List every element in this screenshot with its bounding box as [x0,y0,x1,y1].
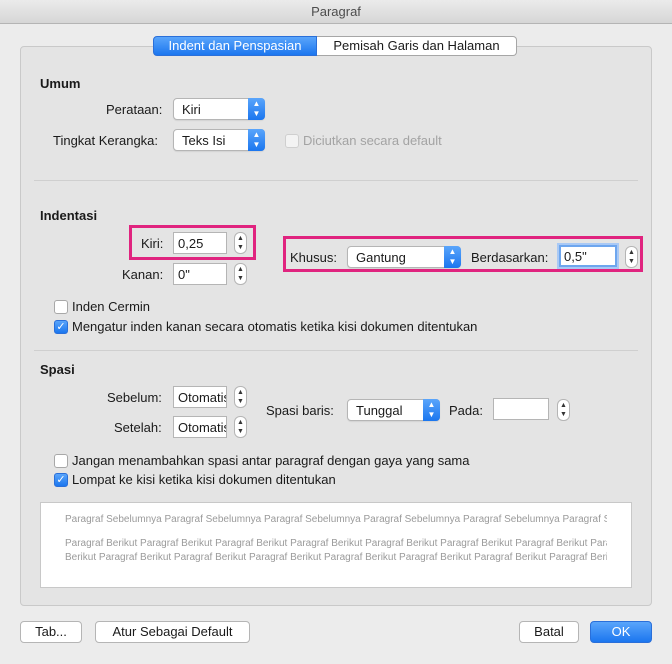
auto-indent-checkbox[interactable]: ✓ [54,320,68,334]
divider [34,350,638,351]
before-label: Sebelum: [107,390,162,405]
outline-level-value: Teks Isi [182,133,226,148]
stepper-updown-icon[interactable]: ▲ ▼ [625,246,638,268]
alignment-value: Kiri [182,102,201,117]
alignment-label: Perataan: [106,102,163,117]
mirror-indent-label: Inden Cermin [72,299,151,314]
spacing-heading: Spasi [40,362,75,377]
snap-grid-label: Lompat ke kisi ketika kisi dokumen diten… [72,472,336,487]
line-spacing-value: Tunggal [356,403,403,418]
by-label: Berdasarkan: [471,250,549,265]
special-label: Khusus: [290,250,337,265]
line-spacing-select[interactable]: Tunggal ▲ ▼ [347,399,440,421]
stepper-updown-icon[interactable]: ▲ ▼ [234,416,247,438]
preview-previous-paragraph: Paragraf Sebelumnya Paragraf Sebelumnya … [65,514,607,525]
tabs-button[interactable]: Tab... [20,621,82,643]
at-field[interactable] [493,398,549,420]
special-select[interactable]: Gantung ▲ ▼ [347,246,461,268]
tab-bar: Indent dan Penspasian Pemisah Garis dan … [153,36,517,56]
ok-button[interactable]: OK [590,621,652,643]
tab-line-page-breaks[interactable]: Pemisah Garis dan Halaman [317,36,517,56]
stepper-updown-icon[interactable]: ▲ ▼ [557,399,570,421]
outline-level-label: Tingkat Kerangka: [53,133,159,148]
general-heading: Umum [40,76,81,91]
snap-grid-checkbox[interactable]: ✓ [54,473,68,487]
after-label: Setelah: [114,420,162,435]
paragraph-preview: Paragraf Sebelumnya Paragraf Sebelumnya … [40,502,632,588]
preview-next-paragraph-line2: Berikut Paragraf Berikut Paragraf Beriku… [65,552,607,563]
right-indent-label: Kanan: [122,267,164,282]
before-field[interactable]: Otomatis [173,386,227,408]
no-space-checkbox[interactable] [54,454,68,468]
stepper-updown-icon[interactable]: ▲ ▼ [234,386,247,408]
line-spacing-label: Spasi baris: [266,403,334,418]
mirror-indent-checkbox[interactable] [54,300,68,314]
window-title: Paragraf [0,0,672,24]
at-label: Pada: [449,403,483,418]
chevron-updown-icon: ▲ ▼ [444,246,461,268]
by-field[interactable]: 0,5" [559,245,617,267]
auto-indent-label: Mengatur inden kanan secara otomatis ket… [72,319,478,334]
cancel-button[interactable]: Batal [519,621,579,643]
divider [34,180,638,181]
right-indent-field[interactable]: 0" [173,263,227,285]
left-indent-label: Kiri: [141,236,164,251]
indentation-heading: Indentasi [40,208,98,223]
special-value: Gantung [356,250,406,265]
alignment-select[interactable]: Kiri ▲ ▼ [173,98,265,120]
chevron-updown-icon: ▲ ▼ [423,399,440,421]
stepper-updown-icon[interactable]: ▲ ▼ [234,263,247,285]
chevron-updown-icon: ▲ ▼ [248,98,265,120]
left-indent-field[interactable]: 0,25 [173,232,227,254]
preview-next-paragraph-line1: Paragraf Berikut Paragraf Berikut Paragr… [65,538,607,549]
collapsed-checkbox[interactable] [285,134,299,148]
stepper-updown-icon[interactable]: ▲ ▼ [234,232,247,254]
after-field[interactable]: Otomatis [173,416,227,438]
outline-level-select[interactable]: Teks Isi ▲ ▼ [173,129,265,151]
checkmark-icon: ✓ [56,321,66,333]
set-default-button[interactable]: Atur Sebagai Default [95,621,250,643]
no-space-label: Jangan menambahkan spasi antar paragraf … [72,453,470,468]
checkmark-icon: ✓ [56,474,66,486]
preview-gap [65,527,607,537]
tab-indent-spacing[interactable]: Indent dan Penspasian [153,36,317,56]
chevron-updown-icon: ▲ ▼ [248,129,265,151]
collapsed-label: Diciutkan secara default [303,133,442,148]
